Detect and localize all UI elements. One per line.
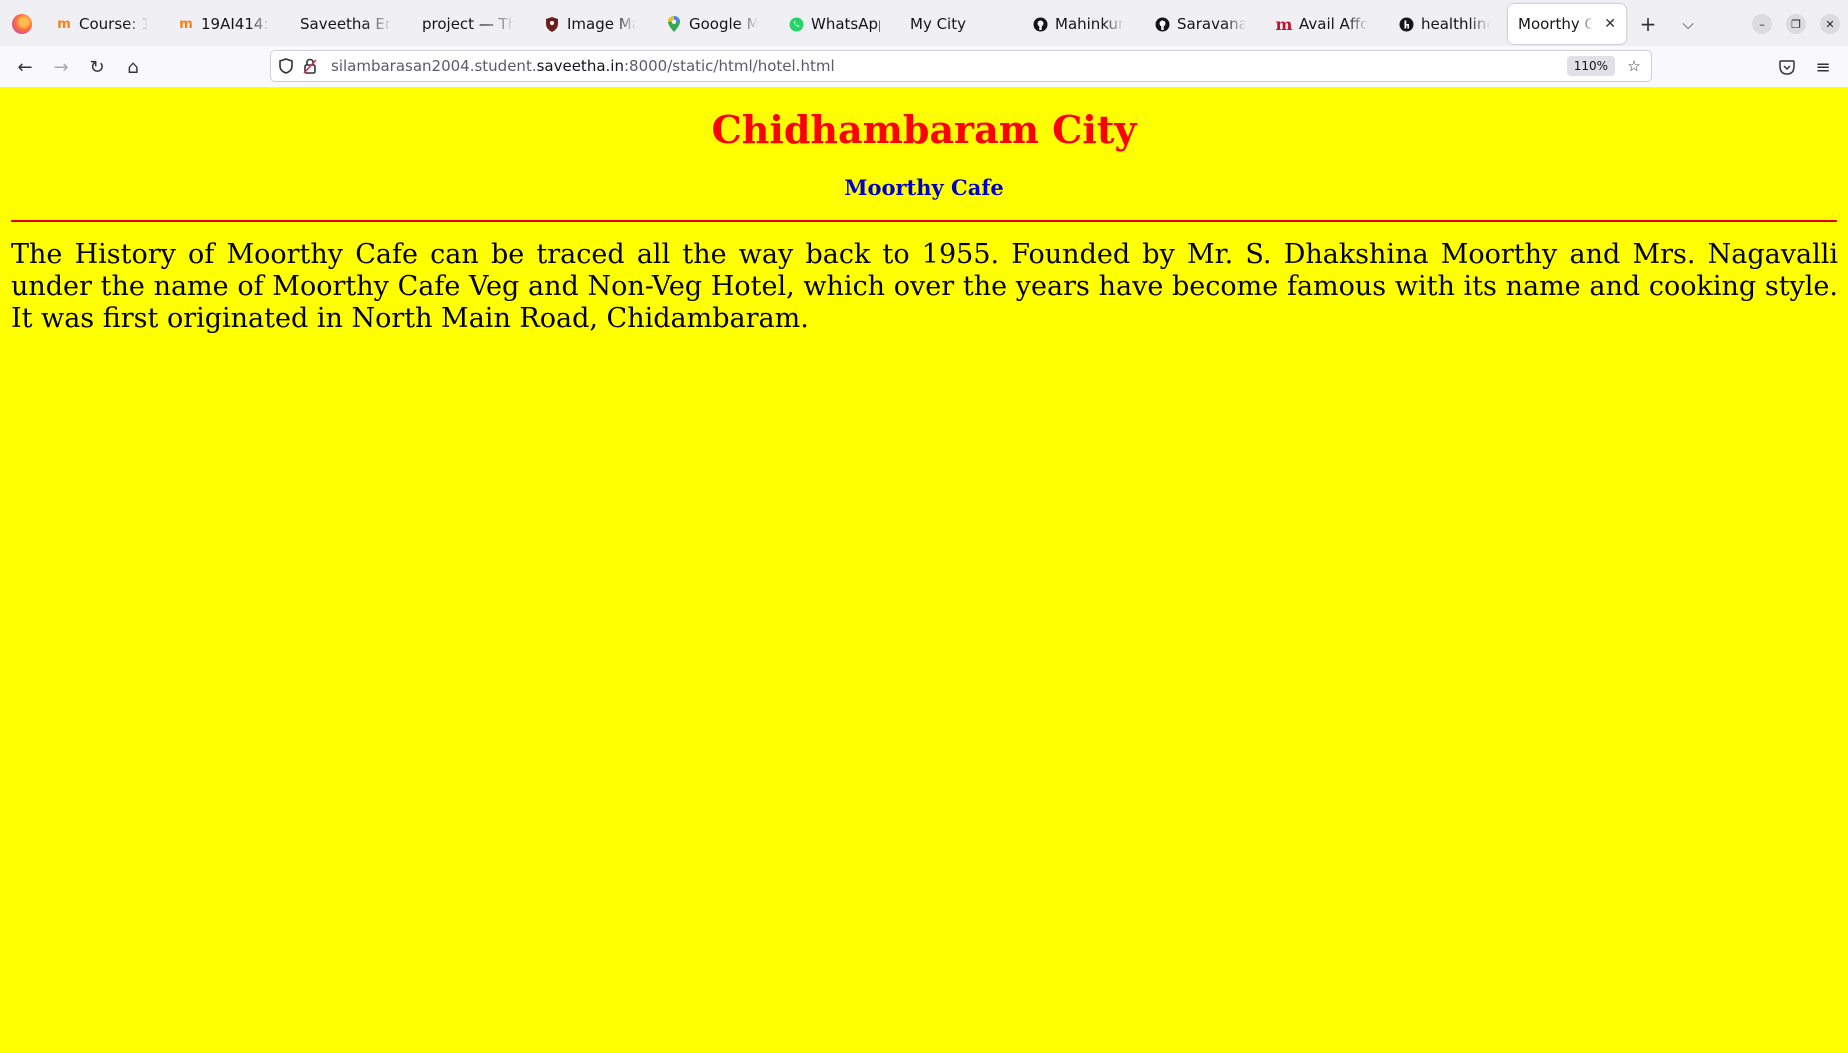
moodle-icon: m bbox=[57, 16, 71, 32]
tab-moorthy-cafe[interactable]: Moorthy Caf ✕ bbox=[1508, 4, 1626, 44]
tab-google-maps[interactable]: Google Map bbox=[656, 4, 768, 44]
tab-image-mapping[interactable]: Image Mapp bbox=[534, 4, 646, 44]
page-title: Chidhambaram City bbox=[711, 107, 1137, 152]
shield-icon bbox=[544, 16, 560, 32]
tab-strip: m Course: 19A m 19AI414: Ex Saveetha Eng… bbox=[0, 0, 1848, 46]
tab-my-city[interactable]: My City bbox=[900, 4, 1012, 44]
tab-project[interactable]: project — The bbox=[412, 4, 524, 44]
restore-icon[interactable]: ❐ bbox=[1786, 14, 1806, 34]
horizontal-rule bbox=[11, 220, 1837, 222]
tab-healthline[interactable]: healthline.c bbox=[1388, 4, 1500, 44]
url-bar[interactable]: silambarasan2004.student.saveetha.in:800… bbox=[270, 50, 1652, 82]
insecure-lock-icon[interactable] bbox=[299, 55, 321, 77]
browser-window: m Course: 19A m 19AI414: Ex Saveetha Eng… bbox=[0, 0, 1848, 1053]
close-icon[interactable]: ✕ bbox=[1604, 16, 1616, 32]
url-domain: saveetha.in bbox=[536, 57, 624, 75]
back-icon[interactable]: ← bbox=[10, 52, 40, 82]
tab-saveetha[interactable]: Saveetha Engin bbox=[290, 4, 402, 44]
m-logo-icon: m bbox=[1275, 14, 1293, 34]
navigation-toolbar: ← → ↻ ⌂ silambarasan2004.student.saveeth… bbox=[0, 46, 1848, 88]
tab-label: Saravana-ku bbox=[1177, 15, 1246, 33]
tab-label: WhatsApp bbox=[811, 15, 880, 33]
shield-icon[interactable] bbox=[275, 55, 297, 77]
url-text[interactable]: silambarasan2004.student.saveetha.in:800… bbox=[331, 51, 835, 81]
tab-label: My City bbox=[910, 15, 966, 33]
home-icon[interactable]: ⌂ bbox=[118, 52, 148, 82]
url-path: :8000/static/html/hotel.html bbox=[623, 57, 835, 75]
tab-avail-affordable[interactable]: m Avail Afford bbox=[1266, 4, 1378, 44]
pocket-icon[interactable] bbox=[1772, 52, 1802, 82]
window-close-icon[interactable]: ✕ bbox=[1820, 14, 1840, 34]
new-tab-icon[interactable]: + bbox=[1634, 10, 1662, 38]
tab-mahinkumar[interactable]: Mahinkuma bbox=[1022, 4, 1134, 44]
whatsapp-icon bbox=[788, 16, 804, 32]
page-subtitle: Moorthy Cafe bbox=[844, 175, 1004, 200]
url-prefix: silambarasan2004.student. bbox=[331, 57, 537, 75]
chevron-down-icon[interactable]: ⌵ bbox=[1674, 10, 1702, 38]
tab-label: Avail Afford bbox=[1299, 15, 1368, 33]
tab-saravana[interactable]: Saravana-ku bbox=[1144, 4, 1256, 44]
tab-course[interactable]: m Course: 19A bbox=[46, 4, 158, 44]
zoom-level-badge[interactable]: 110% bbox=[1566, 56, 1615, 76]
firefox-logo-icon[interactable] bbox=[12, 14, 32, 34]
tab-label: Moorthy Caf bbox=[1518, 15, 1594, 33]
tab-label: project — The bbox=[422, 15, 514, 33]
forward-icon[interactable]: → bbox=[46, 52, 76, 82]
bookmark-star-icon[interactable]: ☆ bbox=[1623, 55, 1645, 77]
history-paragraph: The History of Moorthy Cafe can be trace… bbox=[11, 239, 1838, 334]
map-pin-icon bbox=[666, 16, 682, 32]
menu-icon[interactable]: ≡ bbox=[1808, 52, 1838, 82]
minimize-icon[interactable]: – bbox=[1752, 14, 1772, 34]
healthline-icon bbox=[1398, 16, 1414, 32]
tab-label: Mahinkuma bbox=[1055, 15, 1124, 33]
tab-label: Google Map bbox=[689, 15, 758, 33]
tab-19ai414[interactable]: m 19AI414: Ex bbox=[168, 4, 280, 44]
moodle-icon: m bbox=[179, 16, 193, 32]
page-viewport: Chidhambaram City Moorthy Cafe The Histo… bbox=[0, 87, 1848, 1053]
tab-whatsapp[interactable]: WhatsApp bbox=[778, 4, 890, 44]
tab-label: Image Mapp bbox=[567, 15, 636, 33]
tab-label: healthline.c bbox=[1421, 15, 1490, 33]
tab-label: 19AI414: Ex bbox=[201, 15, 270, 33]
tab-label: Saveetha Engin bbox=[300, 15, 392, 33]
tab-label: Course: 19A bbox=[79, 15, 148, 33]
reload-icon[interactable]: ↻ bbox=[82, 52, 112, 82]
github-icon bbox=[1032, 16, 1048, 32]
github-icon bbox=[1154, 16, 1170, 32]
